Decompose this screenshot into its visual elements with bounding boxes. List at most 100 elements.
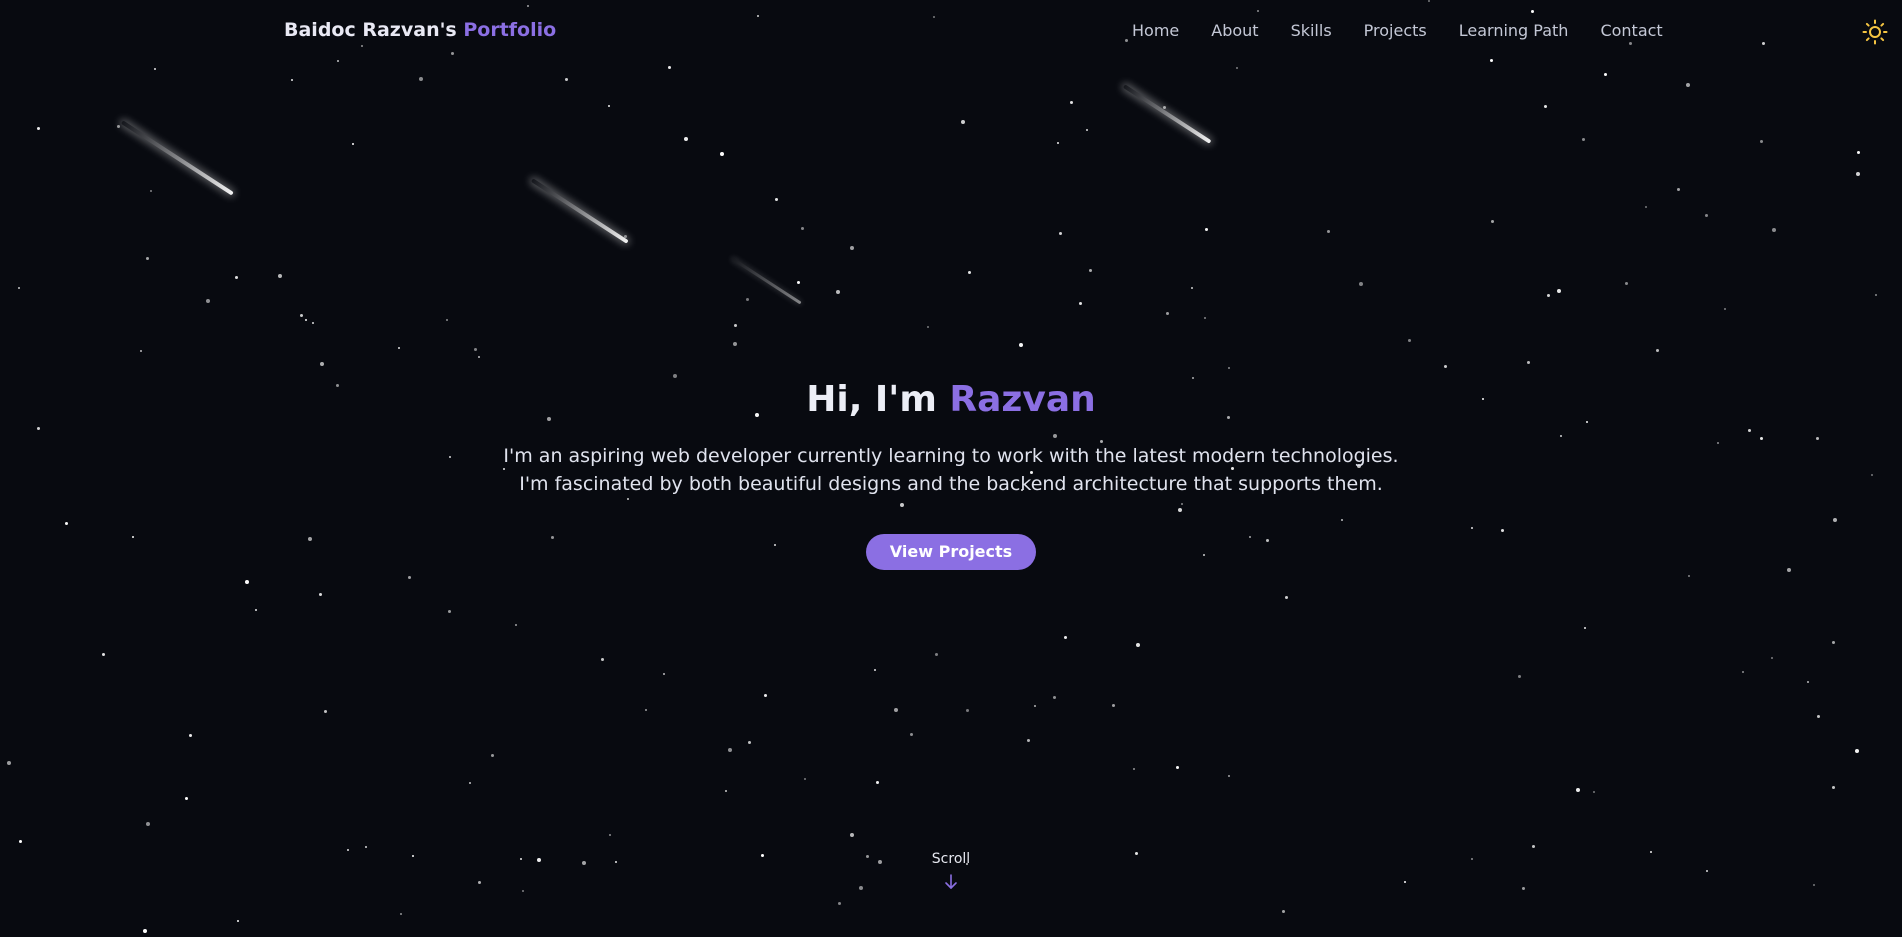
star	[150, 190, 152, 192]
star	[1688, 575, 1690, 577]
star	[1547, 294, 1550, 297]
star	[117, 125, 120, 128]
star	[1086, 129, 1088, 131]
star	[684, 137, 688, 141]
star	[1807, 681, 1809, 683]
star	[894, 708, 898, 712]
star	[1112, 704, 1115, 707]
star	[1771, 657, 1773, 659]
hero-greeting: Hi, I'm	[806, 379, 937, 420]
star	[278, 274, 282, 278]
star	[352, 143, 354, 145]
star	[1089, 269, 1092, 272]
star	[1059, 232, 1062, 235]
nav-link-projects[interactable]: Projects	[1364, 21, 1427, 40]
star	[1604, 73, 1607, 76]
star	[927, 326, 929, 328]
star	[320, 362, 324, 366]
star	[1582, 138, 1585, 141]
brand-logo[interactable]: Baidoc Razvan's Portfolio	[284, 19, 556, 41]
star	[1518, 675, 1521, 678]
star	[18, 287, 20, 289]
star	[1327, 230, 1330, 233]
star	[140, 350, 142, 352]
scroll-label: Scroll	[931, 851, 971, 867]
star	[1057, 142, 1059, 144]
star	[1742, 671, 1744, 673]
star	[1584, 627, 1586, 629]
nav-link-contact[interactable]: Contact	[1600, 21, 1662, 40]
star	[797, 281, 800, 284]
star	[237, 920, 239, 922]
star	[1079, 302, 1082, 305]
star	[469, 782, 471, 784]
star	[725, 790, 727, 792]
hero-title: Hi, I'm Razvan	[0, 370, 1902, 430]
star	[1645, 206, 1647, 208]
star	[1236, 67, 1238, 69]
star	[102, 653, 105, 656]
star	[1027, 739, 1030, 742]
star	[1857, 151, 1860, 154]
star	[37, 127, 40, 130]
hero-description: I'm an aspiring web developer currently …	[0, 442, 1902, 498]
view-projects-button[interactable]: View Projects	[865, 534, 1037, 570]
star	[1176, 766, 1179, 769]
star	[189, 734, 192, 737]
star	[319, 593, 322, 596]
star	[398, 347, 400, 349]
star	[968, 271, 971, 274]
star	[601, 658, 604, 661]
star	[734, 324, 737, 327]
star	[1576, 788, 1580, 792]
hero-description-line-1: I'm an aspiring web developer currently …	[503, 445, 1399, 467]
star	[1544, 105, 1547, 108]
star	[935, 653, 938, 656]
star	[400, 913, 402, 915]
star	[728, 748, 732, 752]
star	[146, 822, 150, 826]
star	[876, 781, 879, 784]
star	[874, 669, 876, 671]
nav-link-about[interactable]: About	[1211, 21, 1258, 40]
star	[146, 257, 149, 260]
star	[1532, 845, 1535, 848]
star	[663, 673, 665, 675]
navbar: Baidoc Razvan's Portfolio Home About Ski…	[0, 0, 1902, 62]
star	[1832, 641, 1835, 644]
star	[1228, 775, 1230, 777]
star	[1856, 172, 1860, 176]
star	[764, 694, 767, 697]
star	[775, 198, 778, 201]
star	[961, 120, 965, 124]
star	[154, 68, 156, 70]
hero-name: Razvan	[949, 379, 1096, 420]
star	[7, 761, 11, 765]
scroll-indicator[interactable]: Scroll	[0, 851, 1902, 895]
nav-link-skills[interactable]: Skills	[1291, 21, 1332, 40]
star	[478, 356, 480, 358]
theme-toggle-button[interactable]	[1862, 19, 1888, 45]
star	[966, 709, 969, 712]
star	[1053, 696, 1056, 699]
hero-section: Hi, I'm Razvan I'm an aspiring web devel…	[0, 370, 1902, 570]
star	[1686, 83, 1690, 87]
shooting-star	[1122, 84, 1212, 144]
star	[1034, 705, 1036, 707]
star	[419, 77, 423, 81]
star	[1705, 214, 1708, 217]
star	[206, 299, 210, 303]
star	[185, 797, 188, 800]
star	[1625, 282, 1628, 285]
star	[1070, 101, 1073, 104]
star	[1760, 140, 1763, 143]
nav-link-learning-path[interactable]: Learning Path	[1459, 21, 1569, 40]
star	[1557, 289, 1561, 293]
nav-links: Home About Skills Projects Learning Path…	[1132, 21, 1663, 40]
star	[850, 833, 854, 837]
star	[609, 834, 611, 836]
shooting-star	[530, 178, 629, 244]
nav-link-home[interactable]: Home	[1132, 21, 1179, 40]
brand-accent: Portfolio	[463, 19, 557, 41]
star	[1228, 367, 1230, 369]
